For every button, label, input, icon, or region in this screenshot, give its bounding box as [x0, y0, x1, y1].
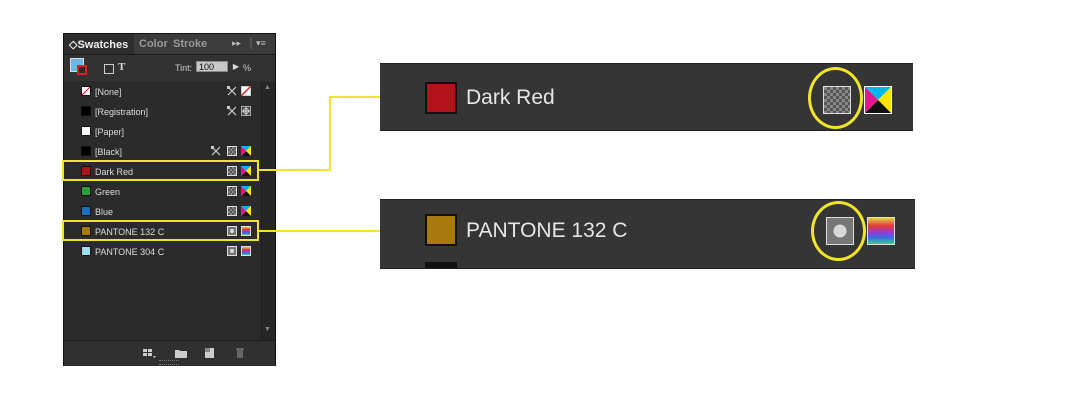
- connector-line: [259, 230, 380, 232]
- highlight-pantone-132-row: [62, 220, 259, 241]
- highlight-dark-red-row: [62, 160, 259, 181]
- swatch-toolbar: T Tint: 100 ▶ %: [64, 55, 275, 81]
- panel-tab-bar: ◇Swatches Color Stroke ▸▸ ║ ▾≡: [64, 34, 275, 55]
- swatch-name: Green: [95, 187, 121, 197]
- swatch-name: PANTONE 304 C: [95, 247, 165, 257]
- swatch-color-chip: [81, 126, 91, 136]
- callout-swatch-name: Dark Red: [466, 86, 555, 109]
- new-swatch-icon[interactable]: [203, 347, 217, 359]
- tint-input[interactable]: 100: [196, 61, 228, 72]
- connector-line: [259, 169, 330, 171]
- tab-swatches[interactable]: ◇Swatches: [69, 38, 128, 51]
- none-icon: [241, 86, 251, 96]
- panel-footer: [64, 340, 275, 366]
- scroll-down-icon[interactable]: ▼: [264, 326, 271, 333]
- callout-swatch-name: PANTONE 132 C: [466, 219, 628, 242]
- callout-color-chip: [425, 82, 457, 114]
- swatch-list: [None] [Registration] [Paper] [Black] Dark R…: [64, 82, 260, 340]
- fill-stroke-icon[interactable]: [70, 58, 90, 78]
- swatch-color-chip: [81, 246, 91, 256]
- scroll-up-icon[interactable]: ▲: [264, 84, 271, 91]
- new-color-group-icon[interactable]: [174, 347, 188, 359]
- cmyk-icon: [241, 206, 251, 216]
- formatting-text-icon[interactable]: T: [118, 61, 125, 73]
- swatch-color-chip: [81, 106, 91, 116]
- process-icon: [227, 146, 237, 156]
- swatch-row[interactable]: [None]: [64, 82, 260, 102]
- show-swatch-kinds-icon[interactable]: [142, 347, 156, 359]
- tint-label: Tint:: [175, 63, 193, 73]
- resize-grip[interactable]: [159, 360, 179, 365]
- highlight-circle: [808, 67, 863, 129]
- delete-swatch-icon[interactable]: [233, 347, 247, 359]
- lab-icon: [867, 217, 895, 245]
- lab-icon: [241, 246, 251, 256]
- swatch-row[interactable]: [Black]: [64, 142, 260, 162]
- swatch-row[interactable]: Green: [64, 182, 260, 202]
- no-edit-icon: [227, 86, 237, 96]
- connector-line: [329, 96, 380, 98]
- highlight-circle: [811, 201, 866, 261]
- tint-unit: %: [243, 63, 252, 73]
- panel-menu-icon[interactable]: ▾≡: [256, 38, 266, 49]
- swatch-color-chip: [81, 206, 91, 216]
- swatch-name: [Paper]: [95, 127, 125, 137]
- stroke-swatch[interactable]: [77, 65, 87, 75]
- swatch-list-scrollbar[interactable]: ▲ ▼: [261, 82, 275, 340]
- next-row-chip-edge: [425, 262, 457, 268]
- callout-color-chip: [425, 214, 457, 246]
- tint-slider-arrow-icon[interactable]: ▶: [231, 61, 241, 72]
- swatch-row[interactable]: [Registration]: [64, 102, 260, 122]
- process-icon: [227, 186, 237, 196]
- swatch-color-chip: [81, 146, 91, 156]
- swatches-panel: ◇Swatches Color Stroke ▸▸ ║ ▾≡ T Tint: 1…: [63, 33, 276, 366]
- no-edit-icon: [211, 146, 221, 156]
- swatch-color-chip: [81, 186, 91, 196]
- tab-color[interactable]: Color: [139, 38, 168, 50]
- swatch-name: [None]: [95, 87, 122, 97]
- divider-icon: ║: [248, 38, 255, 48]
- registration-icon: [241, 106, 251, 116]
- spot-icon: [227, 246, 237, 256]
- swatch-name: [Black]: [95, 147, 123, 157]
- no-edit-icon: [227, 106, 237, 116]
- swatch-row[interactable]: Blue: [64, 202, 260, 222]
- cmyk-icon: [864, 86, 892, 114]
- cmyk-icon: [241, 186, 251, 196]
- double-arrow-icon[interactable]: ▸▸: [232, 38, 241, 49]
- swatch-row[interactable]: PANTONE 304 C: [64, 242, 260, 262]
- process-icon: [227, 206, 237, 216]
- swatch-color-chip: [81, 86, 91, 96]
- connector-line: [329, 96, 331, 171]
- cmyk-icon: [241, 146, 251, 156]
- tab-swatches-label: Swatches: [77, 39, 129, 51]
- formatting-container-icon[interactable]: [104, 64, 114, 74]
- swatch-name: Blue: [95, 207, 114, 217]
- tab-stroke[interactable]: Stroke: [173, 38, 207, 50]
- swatch-row[interactable]: [Paper]: [64, 122, 260, 142]
- swatch-name: [Registration]: [95, 107, 149, 117]
